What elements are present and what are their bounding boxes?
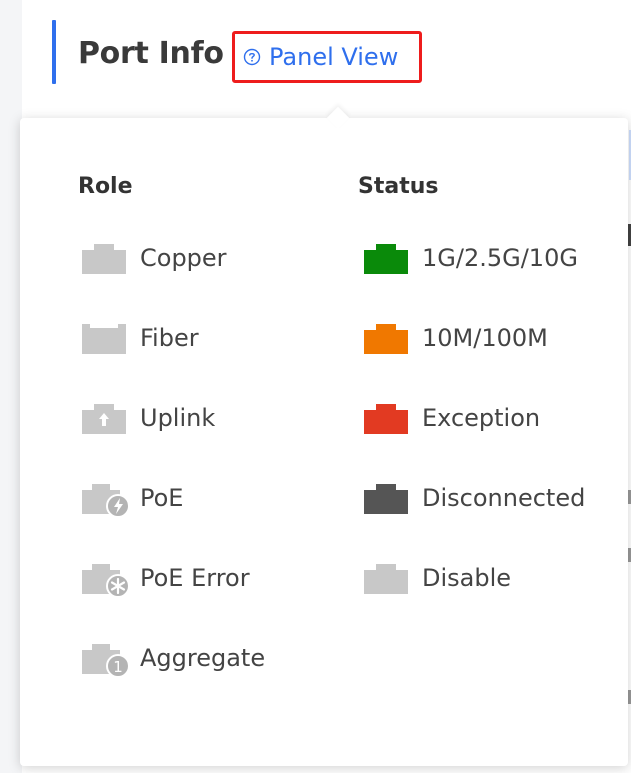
section-accent-bar <box>52 20 56 84</box>
legend-label: Uplink <box>140 404 216 432</box>
legend-item-aggregate: 1 Aggregate <box>80 638 265 678</box>
port-status-red-icon <box>364 404 408 434</box>
port-status-gray-icon <box>364 564 408 594</box>
fiber-port-icon <box>82 324 126 354</box>
legend-label: 10M/100M <box>422 324 548 352</box>
panel-view-link[interactable]: Panel View <box>232 31 422 83</box>
panel-view-popover: Role Status Copper Fiber Uplink PoE PoE … <box>20 106 628 766</box>
legend-item-exception: Exception <box>362 398 540 438</box>
status-heading: Status <box>358 174 439 199</box>
legend-item-10m-100m: 10M/100M <box>362 318 548 358</box>
legend-item-poe-error: PoE Error <box>80 558 250 598</box>
legend-item-uplink: Uplink <box>80 398 215 438</box>
legend-label: Aggregate <box>140 644 266 672</box>
port-status-dark-icon <box>364 484 408 514</box>
poe-port-icon <box>82 484 128 518</box>
legend-label: Copper <box>140 244 227 272</box>
port-status-orange-icon <box>364 324 408 354</box>
port-status-green-icon <box>364 244 408 274</box>
legend-item-fiber: Fiber <box>80 318 199 358</box>
panel-view-label: Panel View <box>269 43 399 71</box>
legend-label: Disable <box>422 564 512 592</box>
legend-item-copper: Copper <box>80 238 227 278</box>
aggregate-badge: 1 <box>113 658 123 676</box>
legend-label: Disconnected <box>422 484 586 512</box>
legend-item-disconnected: Disconnected <box>362 478 585 518</box>
legend-label: Exception <box>422 404 541 432</box>
role-heading: Role <box>78 174 133 199</box>
legend-item-poe: PoE <box>80 478 183 518</box>
legend-item-1g-2.5g-10g: 1G/2.5G/10G <box>362 238 578 278</box>
poe-error-port-icon <box>82 564 128 598</box>
copper-port-icon <box>82 244 126 274</box>
legend-label: 1G/2.5G/10G <box>422 244 578 272</box>
legend-label: PoE <box>140 484 184 512</box>
legend-label: PoE Error <box>140 564 250 592</box>
help-circle-icon <box>243 48 261 66</box>
page-title: Port Info <box>78 36 224 71</box>
legend-item-disable: Disable <box>362 558 511 598</box>
legend-label: Fiber <box>140 324 199 352</box>
uplink-port-icon <box>82 404 126 434</box>
aggregate-port-icon: 1 <box>82 644 128 678</box>
